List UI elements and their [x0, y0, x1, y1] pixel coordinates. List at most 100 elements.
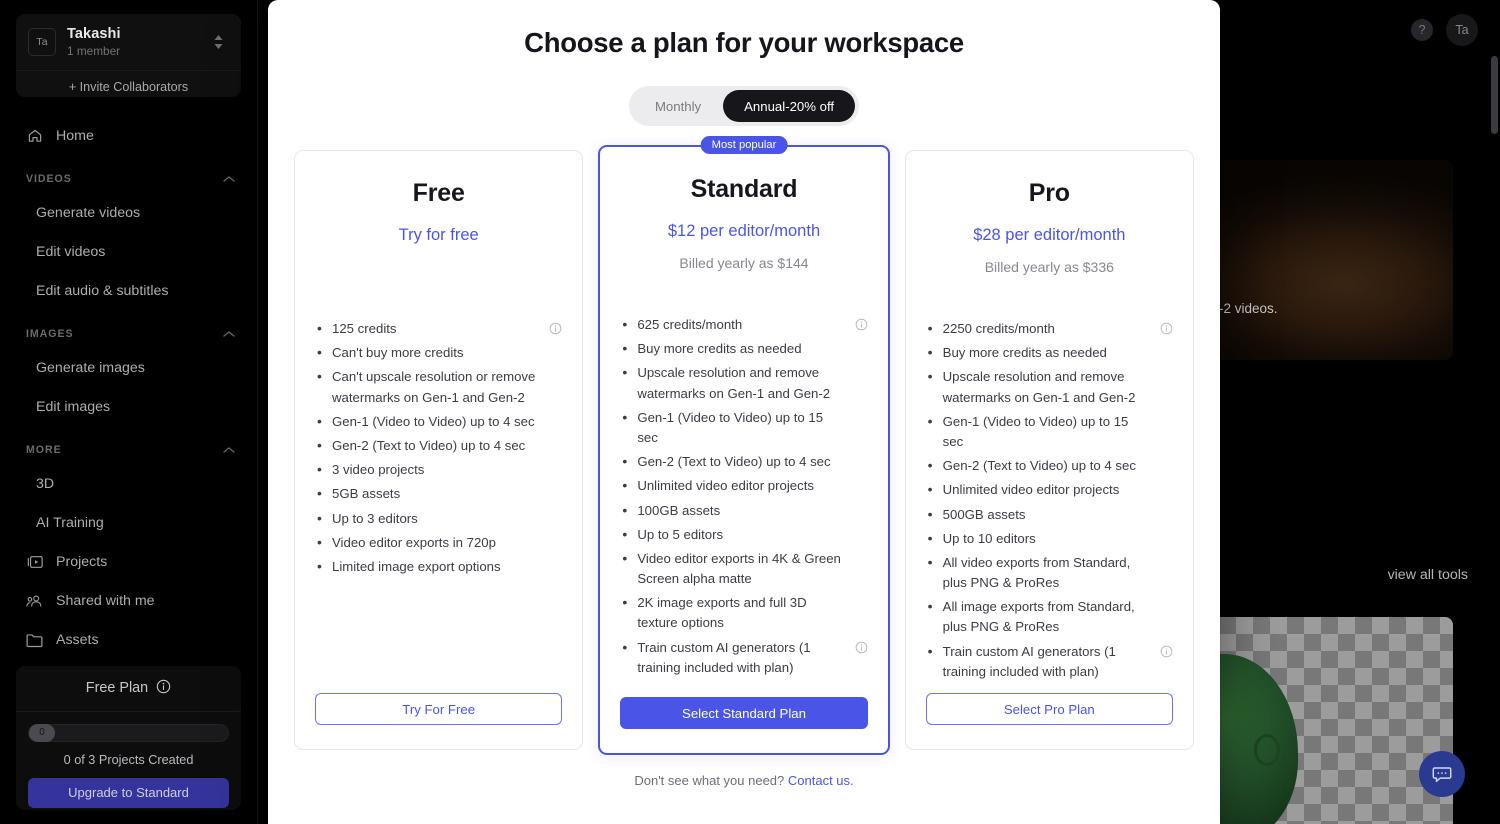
avatar[interactable]: Ta	[1446, 14, 1478, 46]
workspace-card[interactable]: Ta Takashi 1 member + Invite Collaborato…	[16, 14, 241, 97]
projects-created-label: 0 of 3 Projects Created	[63, 752, 194, 767]
plan-billing-note: Billed yearly as $144	[679, 255, 809, 271]
plan-cta-wrapper: Try For Free	[315, 693, 563, 725]
sidebar-item-generate-videos[interactable]: Generate videos	[0, 194, 257, 233]
workspace-names: Takashi 1 member	[67, 25, 196, 59]
workspace-avatar: Ta	[28, 27, 56, 56]
plan-card-pro[interactable]: Pro $28 per editor/month Billed yearly as …	[904, 150, 1194, 750]
projects-icon	[26, 554, 43, 571]
plan-feature-text: Gen-2 (Text to Video) up to 4 sec	[942, 458, 1136, 474]
sidebar-item-projects[interactable]: Projects	[0, 543, 257, 582]
info-icon[interactable]	[549, 321, 562, 335]
invite-collaborators-button[interactable]: + Invite Collaborators	[16, 69, 241, 97]
toggle-option-monthly[interactable]: Monthly	[633, 90, 723, 122]
plan-feature-text: 625 credits/month	[637, 317, 743, 332]
plan-name: Pro	[1028, 179, 1070, 207]
workspace-switcher-button[interactable]	[207, 33, 229, 51]
sidebar-item-edit-audio-subtitles[interactable]: Edit audio & subtitles	[0, 272, 257, 311]
plan-cta-button[interactable]: Select Standard Plan	[620, 697, 868, 729]
chevron-up-icon	[223, 441, 235, 459]
view-all-tools-link[interactable]: view all tools	[1388, 567, 1468, 583]
up-down-chevron-icon	[214, 34, 222, 49]
info-icon[interactable]	[1160, 321, 1173, 335]
plan-feature-text: Unlimited video editor projects	[637, 478, 814, 494]
plan-feature-item: Buy more credits as needed	[926, 342, 1173, 364]
chat-support-button[interactable]	[1419, 751, 1465, 797]
plan-feature-item: Up to 5 editors	[620, 524, 867, 546]
sidebar-item-generate-images[interactable]: Generate images	[0, 349, 257, 388]
plan-feature-item: Unlimited video editor projects	[926, 479, 1173, 501]
sidebar-item-3d[interactable]: 3D	[0, 465, 257, 504]
plan-feature-text: 500GB assets	[942, 506, 1026, 522]
billing-period-toggle[interactable]: Monthly Annual-20% off	[628, 86, 860, 126]
info-icon[interactable]	[156, 679, 171, 698]
sidebar-item-label: Edit videos	[36, 244, 106, 261]
info-icon[interactable]	[855, 640, 868, 653]
plan-feature-item: 3 video projects	[315, 459, 562, 481]
plan-feature-item: Up to 3 editors	[315, 507, 562, 529]
plan-feature-text: 100GB assets	[637, 502, 721, 518]
plan-billing-note: Billed yearly as $336	[984, 259, 1114, 275]
sidebar-item-shared-with-me[interactable]: Shared with me	[0, 582, 257, 621]
workspace-header[interactable]: Ta Takashi 1 member	[16, 14, 241, 70]
plan-feature-text: Gen-1 (Video to Video) up to 15 sec	[942, 413, 1129, 449]
plan-feature-text: 2K image exports and full 3D texture opt…	[637, 595, 807, 631]
plan-feature-item: All video exports from Standard, plus PN…	[926, 552, 1173, 593]
toggle-option-annual[interactable]: Annual-20% off	[723, 90, 856, 122]
plan-card-standard[interactable]: Most popular Standard $12 per editor/month…	[598, 136, 890, 755]
plan-card-free[interactable]: Free Try for free 125 credits Can't buy mor…	[294, 150, 584, 750]
sidebar-item-label: AI Training	[36, 515, 104, 532]
sidebar-section-videos[interactable]: VIDEOS	[0, 156, 257, 194]
progress-knob: 0	[29, 723, 55, 742]
help-icon[interactable]: ?	[1411, 19, 1433, 41]
plan-cta-wrapper: Select Pro Plan	[925, 693, 1173, 725]
plan-feature-text: Train custom AI generators (1 training i…	[942, 643, 1116, 679]
plan-feature-text: Video editor exports in 720p	[332, 534, 496, 550]
info-icon[interactable]	[1160, 644, 1173, 657]
footer-text: Don't see what you need?	[634, 773, 785, 788]
plan-feature-text: Gen-2 (Text to Video) up to 4 sec	[332, 437, 526, 453]
earring-shape	[1254, 734, 1280, 766]
sidebar-item-home[interactable]: Home	[0, 117, 257, 156]
plan-feature-text: Upscale resolution and remove watermarks…	[637, 365, 831, 401]
plan-feature-text: Train custom AI generators (1 training i…	[637, 639, 811, 675]
plan-feature-text: 5GB assets	[332, 486, 401, 502]
info-icon[interactable]	[855, 317, 868, 331]
plan-feature-item: 2250 credits/month	[926, 318, 1173, 340]
plan-feature-list: 625 credits/month Buy more credits as nee…	[620, 314, 868, 682]
plan-price: $28 per editor/month	[973, 226, 1126, 244]
plan-feature-list: 2250 credits/month Buy more credits as ne…	[926, 318, 1173, 686]
plan-feature-item: Gen-1 (Video to Video) up to 4 sec	[315, 411, 562, 433]
plan-feature-text: Buy more credits as needed	[637, 341, 802, 357]
sidebar-section-images[interactable]: IMAGES	[0, 311, 257, 349]
plan-feature-text: Gen-1 (Video to Video) up to 4 sec	[332, 413, 535, 429]
plan-cta-button[interactable]: Select Pro Plan	[925, 693, 1173, 725]
sidebar-item-edit-images[interactable]: Edit images	[0, 388, 257, 427]
chevron-up-icon	[223, 325, 235, 343]
sidebar-section-label: MORE	[26, 443, 62, 456]
sidebar-item-assets[interactable]: Assets	[0, 621, 257, 660]
vertical-scrollbar[interactable]	[1491, 56, 1498, 816]
plan-name: Free	[412, 179, 465, 207]
scrollbar-thumb[interactable]	[1491, 56, 1498, 134]
top-bar: ? Ta	[1411, 14, 1478, 46]
sidebar-item-edit-videos[interactable]: Edit videos	[0, 233, 257, 272]
sidebar-item-label: Shared with me	[56, 593, 155, 610]
plan-feature-item: Video editor exports in 4K & Green Scree…	[620, 548, 867, 589]
sidebar-item-label: Edit images	[36, 399, 111, 416]
sidebar-item-ai-training[interactable]: AI Training	[0, 504, 257, 543]
plan-cta-button[interactable]: Try For Free	[315, 693, 563, 725]
plan-feature-text: Upscale resolution and remove watermarks…	[942, 369, 1136, 405]
sidebar-item-label: Assets	[56, 632, 99, 649]
workspace-member-count: 1 member	[67, 44, 121, 59]
plan-feature-item: Gen-2 (Text to Video) up to 4 sec	[315, 435, 562, 457]
plan-feature-item: Up to 10 editors	[926, 528, 1173, 550]
plan-feature-text: Buy more credits as needed	[942, 345, 1107, 361]
sidebar-section-label: VIDEOS	[26, 172, 72, 185]
plan-feature-item: 100GB assets	[620, 499, 867, 521]
sidebar-item-label: 3D	[36, 476, 55, 493]
plan-feature-text: Gen-2 (Text to Video) up to 4 sec	[637, 454, 831, 470]
upgrade-to-standard-button[interactable]: Upgrade to Standard	[28, 777, 229, 808]
contact-us-link[interactable]: Contact us.	[788, 773, 854, 788]
sidebar-section-more[interactable]: MORE	[0, 427, 257, 465]
